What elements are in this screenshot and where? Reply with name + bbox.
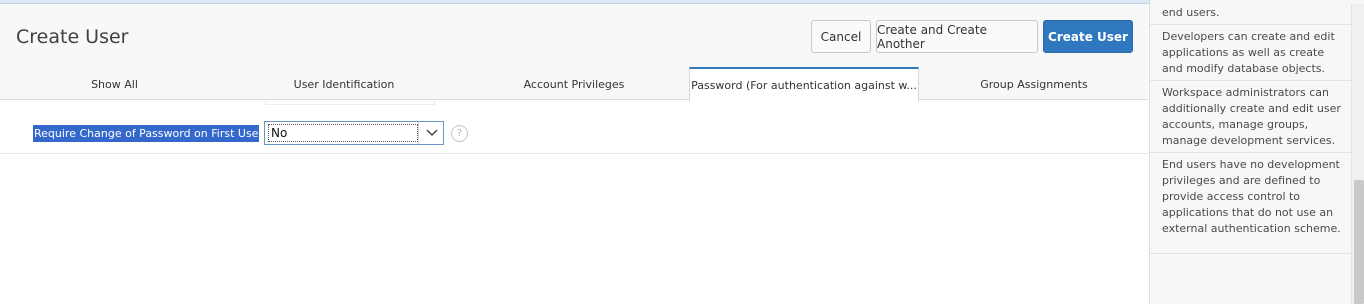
- require-change-password-label: Require Change of Password on First Use: [33, 125, 260, 142]
- page-title: Create User: [16, 26, 129, 48]
- select-value: No: [268, 124, 418, 142]
- require-change-password-select[interactable]: No: [264, 121, 444, 145]
- tab-account-privileges[interactable]: Account Privileges: [459, 69, 689, 100]
- tab-show-all[interactable]: Show All: [0, 69, 229, 100]
- divider: [1150, 24, 1351, 25]
- chevron-down-icon[interactable]: [418, 122, 444, 144]
- tab-group-assignments[interactable]: Group Assignments: [919, 69, 1149, 100]
- create-and-create-another-button[interactable]: Create and Create Another: [876, 20, 1038, 53]
- create-user-button[interactable]: Create User: [1043, 20, 1133, 53]
- main-region: Create User Cancel Create and Create Ano…: [0, 0, 1148, 304]
- tab-user-identification[interactable]: User Identification: [229, 69, 459, 100]
- help-paragraph: Developers can create and edit applicati…: [1162, 30, 1335, 75]
- ghost-field-remnant: [265, 101, 435, 105]
- help-paragraph: Workspace administrators can additionall…: [1162, 86, 1341, 147]
- help-icon[interactable]: ?: [451, 125, 468, 142]
- scrollbar-thumb[interactable]: [1354, 180, 1364, 304]
- page-header: Create User Cancel Create and Create Ano…: [0, 4, 1149, 101]
- help-paragraph: End users have no development privileges…: [1162, 158, 1341, 235]
- require-change-password-row: Require Change of Password on First Use …: [0, 101, 1148, 154]
- help-paragraph: end users.: [1162, 6, 1220, 19]
- tab-password[interactable]: Password (For authentication against w..…: [689, 67, 919, 101]
- divider: [1150, 80, 1351, 81]
- divider: [1150, 152, 1351, 153]
- cancel-button[interactable]: Cancel: [811, 20, 871, 53]
- divider: [1150, 253, 1351, 254]
- scrollbar[interactable]: [1351, 4, 1364, 304]
- region-tabs: Show All User Identification Account Pri…: [0, 67, 1149, 101]
- help-side-panel: end users. Developers can create and edi…: [1149, 0, 1364, 304]
